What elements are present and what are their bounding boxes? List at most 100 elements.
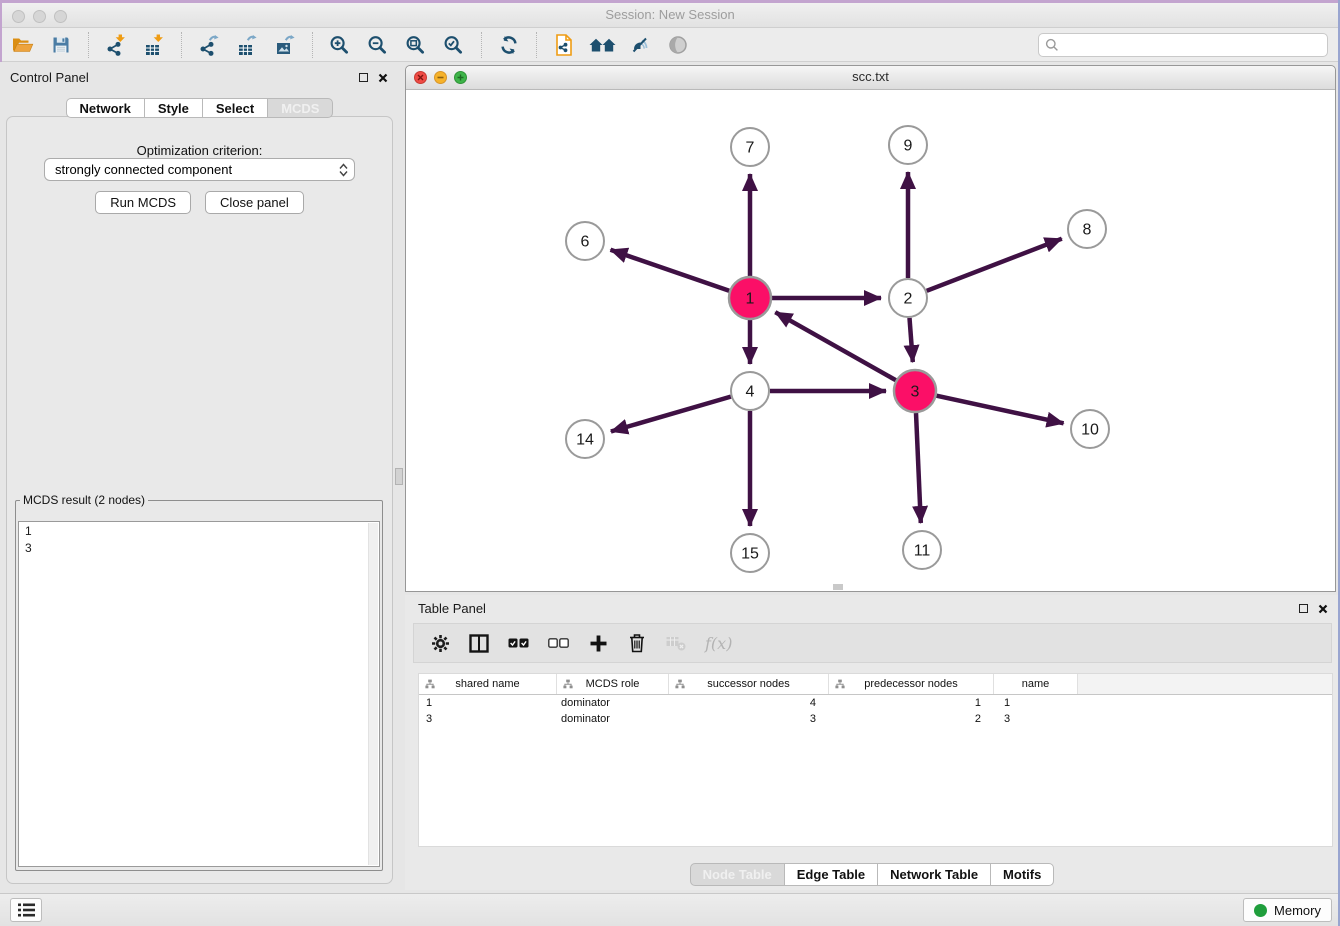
settings-gear-button[interactable] [430, 634, 450, 653]
table-row[interactable]: 1dominator411 [419, 695, 1332, 711]
search-input[interactable] [1059, 35, 1327, 55]
tab-network-table[interactable]: Network Table [877, 863, 991, 886]
column-header-shared-name[interactable]: shared name [419, 674, 557, 694]
table-header-row: shared nameMCDS rolesuccessor nodesprede… [419, 674, 1332, 695]
node-label: 10 [1081, 422, 1099, 439]
node-label: 8 [1083, 222, 1092, 239]
import-table-button[interactable] [135, 30, 173, 60]
run-mcds-button[interactable]: Run MCDS [95, 191, 191, 214]
edge-3-10[interactable] [937, 396, 1064, 424]
network-close-button[interactable] [414, 71, 427, 84]
node-8[interactable]: 8 [1068, 210, 1106, 248]
node-1[interactable]: 1 [729, 277, 771, 319]
tab-network[interactable]: Network [66, 98, 145, 118]
tab-style[interactable]: Style [144, 98, 203, 118]
node-11[interactable]: 11 [903, 531, 941, 569]
edge-4-14[interactable] [611, 397, 731, 432]
export-network-button[interactable] [190, 30, 228, 60]
node-14[interactable]: 14 [566, 420, 604, 458]
mcds-result-list[interactable]: 1 3 [18, 521, 380, 867]
apply-layout-button[interactable] [490, 30, 528, 60]
open-session-button[interactable] [4, 30, 42, 60]
optimization-label: Optimization criterion: [7, 143, 392, 158]
table-cell: dominator [557, 695, 669, 711]
table-row[interactable]: 3dominator323 [419, 711, 1332, 727]
settings-gear-icon [431, 634, 450, 653]
table-tabs: Node TableEdge TableNetwork TableMotifs [405, 863, 1340, 886]
node-6[interactable]: 6 [566, 222, 604, 260]
mcds-panel: Optimization criterion: strongly connect… [6, 116, 393, 884]
close-window-button[interactable] [12, 10, 25, 23]
birdseye-view-button[interactable] [659, 30, 697, 60]
node-3[interactable]: 3 [894, 370, 936, 412]
table-panel-title: Table Panel [418, 601, 486, 616]
node-10[interactable]: 10 [1071, 410, 1109, 448]
node-4[interactable]: 4 [731, 372, 769, 410]
zoom-selected-button[interactable] [435, 30, 473, 60]
zoom-fit-button[interactable] [397, 30, 435, 60]
column-header-successor-nodes[interactable]: successor nodes [669, 674, 829, 694]
save-session-button[interactable] [42, 30, 80, 60]
edge-3-1[interactable] [775, 312, 896, 380]
import-network-button[interactable] [97, 30, 135, 60]
deselect-all-button[interactable] [548, 638, 569, 649]
memory-button[interactable]: Memory [1243, 898, 1332, 922]
edge-3-11[interactable] [916, 413, 921, 523]
toolbar-separator [312, 32, 313, 58]
delete-column-button[interactable] [627, 633, 647, 653]
tab-mcds[interactable]: MCDS [267, 98, 333, 118]
tab-edge-table[interactable]: Edge Table [784, 863, 878, 886]
column-header-predecessor-nodes[interactable]: predecessor nodes [829, 674, 994, 694]
close-panel-button[interactable]: Close panel [205, 191, 304, 214]
minimize-window-button[interactable] [33, 10, 46, 23]
export-image-button[interactable] [266, 30, 304, 60]
export-table-button[interactable] [228, 30, 266, 60]
table-cell: 4 [669, 695, 829, 711]
table-cell: dominator [557, 711, 669, 727]
node-2[interactable]: 2 [889, 279, 927, 317]
mcds-result-box: MCDS result (2 nodes) 1 3 [15, 493, 383, 871]
node-7[interactable]: 7 [731, 128, 769, 166]
search-box[interactable] [1038, 33, 1328, 57]
column-header-name[interactable]: name [994, 674, 1078, 694]
save-session-icon [52, 36, 70, 54]
column-header-mcds-role[interactable]: MCDS role [557, 674, 669, 694]
delete-table-icon [666, 635, 686, 651]
network-window-titlebar[interactable]: scc.txt [406, 66, 1335, 90]
add-column-button[interactable] [588, 634, 608, 653]
deselect-all-icon [548, 638, 569, 649]
float-table-panel-icon[interactable] [1299, 604, 1308, 613]
edge-1-6[interactable] [611, 250, 730, 291]
node-label: 11 [914, 543, 931, 560]
edge-2-3[interactable] [910, 318, 913, 362]
edge-2-8[interactable] [927, 239, 1062, 291]
tab-select[interactable]: Select [202, 98, 268, 118]
show-hide-details-button[interactable] [621, 30, 659, 60]
table-panel: Table Panel f(x) shared nameMCDS rolesuc… [405, 595, 1340, 890]
zoom-in-icon [329, 35, 351, 55]
tab-motifs[interactable]: Motifs [990, 863, 1054, 886]
canvas-resize-grip[interactable] [833, 584, 843, 590]
column-panel-button[interactable] [469, 634, 489, 653]
node-9[interactable]: 9 [889, 126, 927, 164]
float-panel-icon[interactable] [359, 73, 368, 82]
criterion-select[interactable]: strongly connected component [44, 158, 355, 181]
result-scrollbar[interactable] [368, 523, 378, 865]
close-panel-icon[interactable] [378, 73, 388, 83]
node-15[interactable]: 15 [731, 534, 769, 572]
tab-node-table[interactable]: Node Table [690, 863, 785, 886]
zoom-window-button[interactable] [54, 10, 67, 23]
network-minimize-button[interactable] [434, 71, 447, 84]
home-button[interactable] [583, 30, 621, 60]
select-all-button[interactable] [508, 638, 529, 649]
close-table-panel-icon[interactable] [1318, 604, 1328, 614]
zoom-out-button[interactable] [359, 30, 397, 60]
network-zoom-button[interactable] [454, 71, 467, 84]
network-view-title: scc.txt [406, 66, 1335, 88]
network-canvas[interactable]: 7 9 6 8 1 2 4 3 14 10 15 11 [406, 89, 1335, 592]
task-history-button[interactable] [10, 898, 42, 922]
zoom-in-button[interactable] [321, 30, 359, 60]
splitter-handle[interactable] [395, 468, 403, 485]
zoom-out-icon [367, 35, 389, 55]
network-from-selection-button[interactable] [545, 30, 583, 60]
